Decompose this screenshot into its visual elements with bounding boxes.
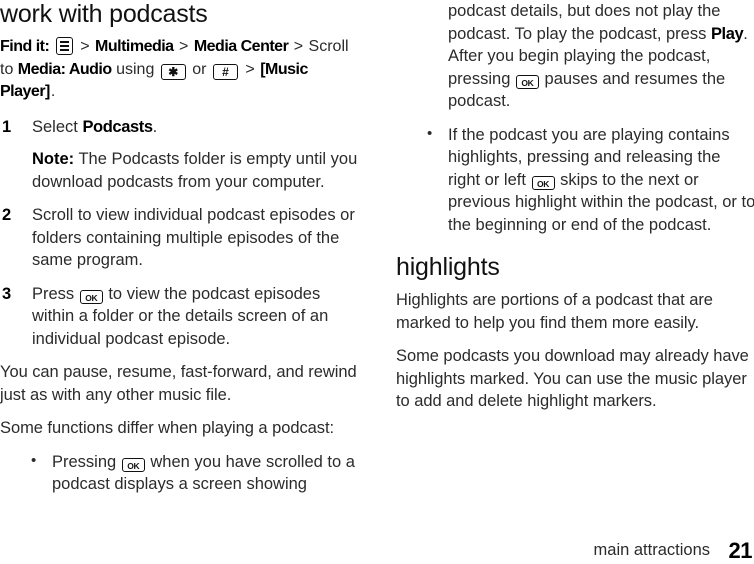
using-text: using bbox=[116, 60, 155, 78]
path-separator-4: > bbox=[245, 60, 255, 78]
left-column: work with podcasts Find it: > Multimedia… bbox=[0, 0, 360, 507]
ok-key-icon: OK bbox=[79, 290, 103, 304]
find-it-label: Find it: bbox=[0, 38, 50, 55]
path-item-media-center: Media Center bbox=[193, 38, 289, 55]
manual-page: work with podcasts Find it: > Multimedia… bbox=[0, 0, 754, 564]
step-text-before: Press bbox=[32, 284, 79, 303]
footer-chapter-label: main attractions bbox=[593, 541, 710, 559]
right-column: podcast details, but does not play the p… bbox=[396, 0, 754, 424]
bullet-text-before: Pressing bbox=[52, 452, 121, 471]
ok-key-icon: OK bbox=[531, 176, 555, 190]
note-label: Note: bbox=[32, 150, 75, 168]
bullet-item: If the podcast you are playing contains … bbox=[396, 123, 754, 237]
step-item: 3 Press OK to view the podcast episodes … bbox=[0, 283, 360, 351]
bullet-cont-text-1: podcast details, but does not play the p… bbox=[448, 2, 721, 43]
paragraph-pause-resume: You can pause, resume, fast-forward, and… bbox=[0, 363, 357, 404]
bullet-item: Pressing OK when you have scrolled to a … bbox=[0, 450, 360, 496]
step-note: Note: The Podcasts folder is empty until… bbox=[32, 148, 360, 193]
or-text: or bbox=[192, 60, 207, 78]
step-number: 2 bbox=[2, 206, 12, 224]
bullet-keyword-play: Play bbox=[710, 24, 744, 43]
path-separator-1: > bbox=[80, 38, 90, 55]
bullet-item-continued: podcast details, but does not play the p… bbox=[396, 0, 754, 113]
step-text: Scroll to view individual podcast episod… bbox=[32, 206, 355, 269]
path-item-multimedia: Multimedia bbox=[95, 38, 174, 55]
step-item: 1 Select Podcasts. Note: The Podcasts fo… bbox=[0, 116, 360, 194]
step-text-before: Select bbox=[32, 117, 83, 136]
step-keyword: Podcasts bbox=[82, 117, 153, 136]
path-period: . bbox=[50, 83, 56, 100]
star-key-icon: ✱ bbox=[160, 63, 186, 80]
page-title: work with podcasts bbox=[0, 0, 208, 28]
path-separator-2: > bbox=[179, 38, 189, 55]
footer-page-number: 21 bbox=[728, 538, 753, 563]
step-text: Select Podcasts. bbox=[32, 116, 360, 139]
section-title-highlights: highlights bbox=[396, 253, 500, 281]
step-number: 3 bbox=[2, 284, 12, 303]
find-it-path: Find it: > Multimedia > Media Center > S… bbox=[0, 36, 360, 104]
menu-key-icon bbox=[55, 37, 73, 55]
paragraph-functions-differ: Some functions differ when playing a pod… bbox=[0, 419, 335, 437]
step-text-after: . bbox=[152, 117, 158, 136]
step-text: Press OK to view the podcast episodes wi… bbox=[32, 283, 360, 351]
paragraph-highlights-markers: Some podcasts you download may already h… bbox=[396, 347, 749, 410]
ok-key-icon: OK bbox=[515, 75, 539, 89]
paragraph-highlights-definition: Highlights are portions of a podcast tha… bbox=[396, 291, 713, 332]
path-separator-3: > bbox=[293, 38, 304, 55]
scroll-target: Media: Audio bbox=[17, 60, 112, 78]
step-item: 2 Scroll to view individual podcast epis… bbox=[0, 204, 360, 272]
step-number: 1 bbox=[2, 117, 12, 136]
ok-key-icon: OK bbox=[121, 458, 145, 472]
note-text: The Podcasts folder is empty until you d… bbox=[32, 150, 358, 191]
page-footer: main attractions 21 bbox=[0, 530, 754, 564]
pound-key-icon: # bbox=[212, 63, 238, 80]
